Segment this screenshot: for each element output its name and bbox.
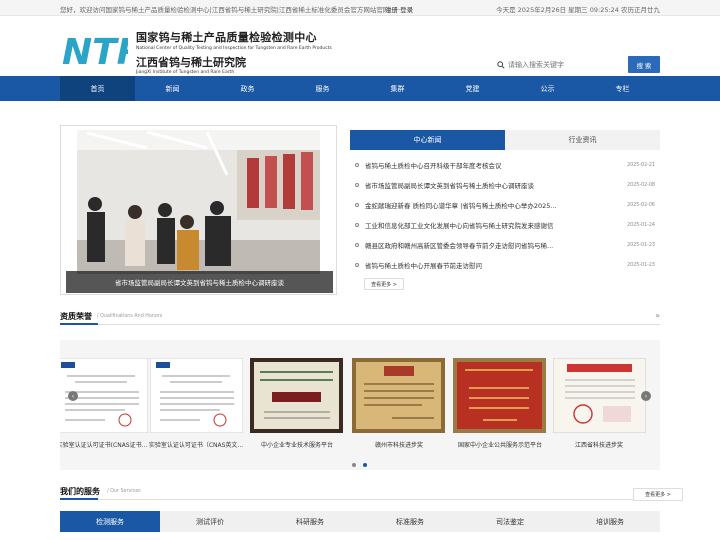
news-item[interactable]: 省市场监管局副局长谭文英到省钨与稀土质检中心调研座谈 2025-02-08: [350, 175, 660, 195]
auth-links: 注册·登录: [385, 4, 413, 14]
honor-certificate-label[interactable]: 实验室认证认可证书（CNAS英文...: [146, 440, 246, 449]
carousel-next-icon[interactable]: ›: [641, 391, 651, 401]
honor-certificate-image[interactable]: [149, 357, 244, 434]
news-item-date: 2025-01-24: [627, 222, 655, 228]
news-item-date: 2025-02-06: [627, 202, 655, 208]
site-header: NTR 国家钨与稀土产品质量检验检测中心 National Center of …: [0, 16, 720, 76]
nav-item-5[interactable]: 集群: [360, 76, 435, 101]
honor-certificate-label[interactable]: 国家中小企业公共服务示范平台: [450, 440, 550, 449]
nav-item-1[interactable]: 首页: [60, 76, 135, 101]
news-item-title[interactable]: 省钨与稀土质检中心召开科级干部年度考核会议: [365, 160, 570, 170]
service-tab-1[interactable]: 检测服务: [60, 511, 160, 532]
bullet-icon: [355, 163, 359, 167]
search-box: [497, 59, 617, 71]
nav-item-4[interactable]: 服务: [285, 76, 360, 101]
news-item[interactable]: 工业和信息化部工业文化发展中心向省钨与稀土研究院发来感谢信 2025-01-24: [350, 215, 660, 235]
service-tab-4[interactable]: 标准服务: [360, 511, 460, 532]
bullet-icon: [355, 263, 359, 267]
login-link[interactable]: 登录: [400, 6, 413, 14]
news-item-date: 2025-01-23: [627, 242, 655, 248]
bullet-icon: [355, 203, 359, 207]
hero-slider[interactable]: 省市场监管局副局长谭文英到省钨与稀土质检中心调研座谈: [60, 125, 337, 295]
services-section-header: 我们的服务 / Our Services: [60, 486, 660, 500]
services-title-underline: [60, 498, 98, 500]
site-name-en-primary: National Center of Quality Testing and I…: [136, 46, 332, 51]
carousel-dots: [352, 463, 367, 467]
current-date: 今天是 2025年2月26日 星期三 09:25:24 农历正月廿九: [496, 6, 660, 14]
news-item-title[interactable]: 赣县区政府和赣州高新区管委会领导春节前夕走访慰问省钨与稀...: [365, 240, 570, 250]
honor-certificate-label[interactable]: 实验室认证认可证书(CNAS证书...: [60, 440, 152, 449]
nav-item-7[interactable]: 公示: [510, 76, 585, 101]
bullet-icon: [355, 243, 359, 247]
services-more-button[interactable]: 查看更多 >: [633, 488, 683, 501]
honor-certificate-image[interactable]: [352, 358, 445, 433]
register-link[interactable]: 注册: [385, 6, 398, 14]
honor-certificate-label[interactable]: 江西省科技进步奖: [549, 440, 649, 449]
nav-item-2[interactable]: 新闻: [135, 76, 210, 101]
news-item-title[interactable]: 省市场监管局副局长谭文英到省钨与稀土质检中心调研座谈: [365, 180, 570, 190]
site-name-en-secondary: JiangXi Institute of Tungsten and Rare E…: [136, 70, 235, 75]
service-tab-2[interactable]: 测试评价: [160, 511, 260, 532]
news-panel: 中心新闻 行业资讯 省钨与稀土质检中心召开科级干部年度考核会议 2025-02-21…: [350, 130, 660, 295]
news-tab-1[interactable]: 中心新闻: [350, 130, 505, 150]
service-tab-6[interactable]: 培训服务: [560, 511, 660, 532]
news-item-title[interactable]: 工业和信息化部工业文化发展中心向省钨与稀土研究院发来感谢信: [365, 220, 570, 230]
services-title: 我们的服务: [60, 487, 100, 496]
hero-photo-graphic: [77, 130, 320, 274]
honor-certificate-image[interactable]: [453, 358, 546, 433]
news-item-date: 2025-02-08: [627, 182, 655, 188]
honor-certificate-image[interactable]: [250, 358, 343, 433]
honors-section-header: 资质荣誉 / Qualifications And Honors »: [60, 311, 660, 325]
news-item[interactable]: 省钨与稀土质检中心开展春节前走访慰问 2025-01-23: [350, 255, 660, 275]
main-nav: 首页 新闻 政务 服务 集群 党建 公示 专栏: [0, 76, 720, 101]
honor-certificate-label[interactable]: 中小企业专业技术服务平台: [247, 440, 347, 449]
search-icon: [497, 61, 505, 69]
services-subtitle: / Our Services: [107, 489, 141, 494]
service-tab-3[interactable]: 科研服务: [260, 511, 360, 532]
news-more-button[interactable]: 查看更多 >: [364, 278, 404, 290]
news-tab-2[interactable]: 行业资讯: [505, 130, 660, 150]
carousel-prev-icon[interactable]: ‹: [68, 391, 78, 401]
logo-letters: NTR: [62, 32, 128, 70]
welcome-text: 您好，欢迎访问国家钨与稀土产品质量检验检测中心|江西省钨与稀土研究院|江西省稀土…: [60, 6, 392, 14]
ntr-logo-icon[interactable]: NTR: [62, 30, 128, 70]
news-item[interactable]: 赣县区政府和赣州高新区管委会领导春节前夕走访慰问省钨与稀... 2025-01-2…: [350, 235, 660, 255]
site-name-cn-primary: 国家钨与稀土产品质量检验检测中心: [136, 31, 317, 44]
news-item[interactable]: 金蛇献瑞迎新春 质检同心谱华章 |省钨与稀土质检中心举办2025... 2025-…: [350, 195, 660, 215]
top-bar: 您好，欢迎访问国家钨与稀土产品质量检验检测中心|江西省钨与稀土研究院|江西省稀土…: [0, 0, 720, 16]
nav-item-6[interactable]: 党建: [435, 76, 510, 101]
nav-item-8[interactable]: 专栏: [585, 76, 660, 101]
search-button[interactable]: 搜 索: [628, 56, 660, 73]
news-item-title[interactable]: 省钨与稀土质检中心开展春节前走访慰问: [365, 260, 570, 270]
site-name-cn-secondary: 江西省钨与稀土研究院: [136, 56, 246, 69]
carousel-dot[interactable]: [352, 463, 356, 467]
services-tabs: 检测服务 测试评价 科研服务 标准服务 司法鉴定 培训服务: [60, 511, 660, 532]
hero-caption[interactable]: 省市场监管局副局长谭文英到省钨与稀土质检中心调研座谈: [66, 271, 333, 293]
news-item-date: 2025-02-21: [627, 162, 655, 168]
news-item[interactable]: 省钨与稀土质检中心召开科级干部年度考核会议 2025-02-21: [350, 155, 660, 175]
nav-item-3[interactable]: 政务: [210, 76, 285, 101]
honor-certificate-label[interactable]: 赣州市科技进步奖: [349, 440, 449, 449]
news-item-date: 2025-01-23: [627, 262, 655, 268]
honors-carousel: 实验室认证认可证书(CNAS证书... 实验室认证认可证书（CNAS英文... 中小…: [60, 340, 660, 470]
honors-subtitle: / Qualifications And Honors: [97, 314, 163, 319]
bullet-icon: [355, 183, 359, 187]
double-chevron-right-icon[interactable]: »: [655, 311, 660, 320]
hero-photo[interactable]: [77, 130, 320, 274]
carousel-dot[interactable]: [363, 463, 367, 467]
news-list: 省钨与稀土质检中心召开科级干部年度考核会议 2025-02-21 省市场监管局副局长…: [350, 155, 660, 275]
service-tab-5[interactable]: 司法鉴定: [460, 511, 560, 532]
honor-certificate-image[interactable]: [552, 357, 647, 434]
search-input[interactable]: [508, 61, 608, 69]
site-name-block[interactable]: 国家钨与稀土产品质量检验检测中心 National Center of Qual…: [136, 29, 332, 75]
bullet-icon: [355, 223, 359, 227]
honors-title: 资质荣誉: [60, 312, 92, 321]
news-item-title[interactable]: 金蛇献瑞迎新春 质检同心谱华章 |省钨与稀土质检中心举办2025...: [365, 200, 570, 210]
news-tabs: 中心新闻 行业资讯: [350, 130, 660, 150]
honors-title-underline: [60, 323, 98, 325]
